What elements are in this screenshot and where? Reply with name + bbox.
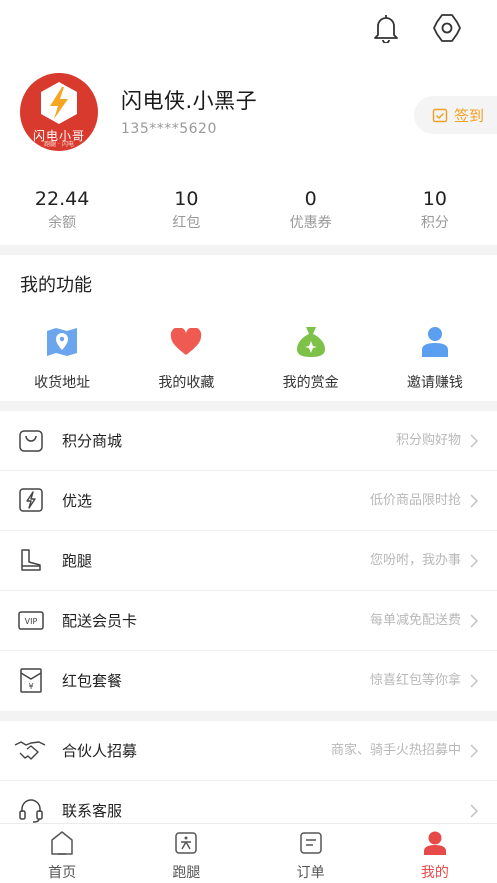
stat-value: 10 bbox=[422, 188, 447, 210]
chevron-right-icon bbox=[470, 434, 479, 448]
menu-title: 跑腿 bbox=[62, 552, 93, 570]
menu-title: 配送会员卡 bbox=[62, 612, 138, 630]
red-envelope-icon: ¥ bbox=[20, 668, 42, 693]
func-favorites[interactable]: 我的收藏 bbox=[124, 322, 248, 392]
menu-subtitle: 每单减免配送费 bbox=[369, 613, 461, 628]
func-label: 我的收藏 bbox=[158, 375, 215, 391]
section-divider bbox=[0, 245, 497, 255]
avatar[interactable]: 闪电小哥 跑腿 · 闪电 bbox=[20, 73, 98, 151]
functions-title: 我的功能 bbox=[20, 275, 92, 296]
chevron-right-icon bbox=[470, 614, 479, 628]
menu-title: 合伙人招募 bbox=[62, 742, 138, 760]
menu-subtitle: 低价商品限时抢 bbox=[369, 493, 461, 508]
menu-title: 优选 bbox=[62, 492, 93, 510]
tab-label: 跑腿 bbox=[172, 865, 201, 881]
menu-subtitle: 商家、骑手火热招募中 bbox=[330, 743, 461, 758]
stat-value: 10 bbox=[174, 188, 199, 210]
map-pin-icon bbox=[47, 328, 78, 356]
stat-red-packet[interactable]: 10 红包 bbox=[124, 186, 248, 236]
menu-row-points-mall[interactable]: 积分商城 积分购好物 bbox=[0, 411, 497, 471]
errand-icon bbox=[175, 832, 198, 854]
user-name: 闪电侠.小黑子 bbox=[121, 89, 258, 113]
boot-icon bbox=[21, 549, 41, 571]
menu-subtitle: 惊喜红包等你拿 bbox=[369, 673, 461, 688]
lightning-icon bbox=[19, 488, 43, 512]
profile-icon bbox=[423, 831, 446, 855]
section-divider bbox=[0, 711, 497, 721]
tab-orders[interactable]: 订单 bbox=[249, 824, 373, 883]
signin-label: 签到 bbox=[454, 106, 485, 125]
stat-value: 0 bbox=[304, 188, 317, 210]
menu-subtitle: 您吩咐，我办事 bbox=[369, 553, 461, 568]
func-label: 我的赏金 bbox=[282, 375, 339, 391]
menu-row-partner[interactable]: 合伙人招募 商家、骑手火热招募中 bbox=[0, 721, 497, 781]
func-address[interactable]: 收货地址 bbox=[0, 322, 124, 392]
chevron-right-icon bbox=[470, 674, 479, 688]
lightning-logo-icon bbox=[41, 82, 77, 124]
tab-label: 首页 bbox=[48, 865, 77, 881]
functions-grid: 收货地址 我的收藏 我的赏金 邀请赚钱 bbox=[0, 322, 497, 392]
section-divider bbox=[0, 401, 497, 411]
calendar-check-icon bbox=[432, 108, 448, 123]
handshake-icon bbox=[14, 741, 46, 760]
home-icon bbox=[51, 831, 73, 855]
chevron-right-icon bbox=[470, 494, 479, 508]
bottom-tab-bar: 首页 跑腿 订单 我的 bbox=[0, 823, 497, 883]
gear-icon[interactable] bbox=[429, 10, 465, 46]
heart-icon bbox=[171, 328, 202, 355]
account-stats: 22.44 余额 10 红包 0 优惠券 10 积分 bbox=[0, 186, 497, 236]
menu-row-red-packet[interactable]: ¥ 红包套餐 惊喜红包等你拿 bbox=[0, 651, 497, 711]
stat-coupon[interactable]: 0 优惠券 bbox=[249, 186, 373, 236]
order-icon bbox=[299, 832, 322, 854]
menu-subtitle: 积分购好物 bbox=[395, 433, 461, 448]
svg-text:VIP: VIP bbox=[25, 617, 38, 626]
tab-label: 订单 bbox=[296, 865, 325, 881]
user-icon bbox=[421, 327, 448, 357]
tab-mine[interactable]: 我的 bbox=[373, 824, 497, 883]
profile-section: 闪电小哥 跑腿 · 闪电 闪电侠.小黑子 135****5620 签到 bbox=[0, 65, 497, 175]
stat-label: 优惠券 bbox=[289, 215, 332, 231]
chevron-right-icon bbox=[470, 804, 479, 818]
func-label: 邀请赚钱 bbox=[406, 375, 463, 391]
svg-text:¥: ¥ bbox=[28, 682, 33, 691]
top-bar bbox=[0, 0, 497, 60]
menu-title: 积分商城 bbox=[62, 432, 123, 450]
money-bag-icon bbox=[296, 327, 325, 357]
shopping-bag-icon bbox=[19, 430, 43, 452]
stat-label: 积分 bbox=[420, 215, 449, 231]
signin-button[interactable]: 签到 bbox=[414, 96, 497, 134]
tab-errand[interactable]: 跑腿 bbox=[124, 824, 248, 883]
menu-title: 红包套餐 bbox=[62, 672, 123, 690]
vip-card-icon: VIP bbox=[18, 611, 44, 630]
menu-row-errand[interactable]: 跑腿 您吩咐，我办事 bbox=[0, 531, 497, 591]
func-invite[interactable]: 邀请赚钱 bbox=[373, 322, 497, 392]
stat-value: 22.44 bbox=[34, 188, 90, 210]
chevron-right-icon bbox=[470, 744, 479, 758]
menu-row-selected[interactable]: 优选 低价商品限时抢 bbox=[0, 471, 497, 531]
stat-points[interactable]: 10 积分 bbox=[373, 186, 497, 236]
func-label: 收货地址 bbox=[34, 375, 91, 391]
user-phone: 135****5620 bbox=[121, 121, 217, 137]
bell-icon[interactable] bbox=[368, 10, 404, 46]
chevron-right-icon bbox=[470, 554, 479, 568]
func-bounty[interactable]: 我的赏金 bbox=[249, 322, 373, 392]
stat-label: 余额 bbox=[48, 215, 77, 231]
headset-icon bbox=[19, 799, 43, 823]
stat-balance[interactable]: 22.44 余额 bbox=[0, 186, 124, 236]
stat-label: 红包 bbox=[172, 215, 201, 231]
tab-home[interactable]: 首页 bbox=[0, 824, 124, 883]
menu-list-primary: 积分商城 积分购好物 优选 低价商品限时抢 跑腿 您吩咐，我办事 VIP 配送会… bbox=[0, 411, 497, 711]
tab-label: 我的 bbox=[420, 865, 449, 881]
avatar-tagline: 跑腿 · 闪电 bbox=[44, 141, 74, 148]
menu-row-vip-card[interactable]: VIP 配送会员卡 每单减免配送费 bbox=[0, 591, 497, 651]
